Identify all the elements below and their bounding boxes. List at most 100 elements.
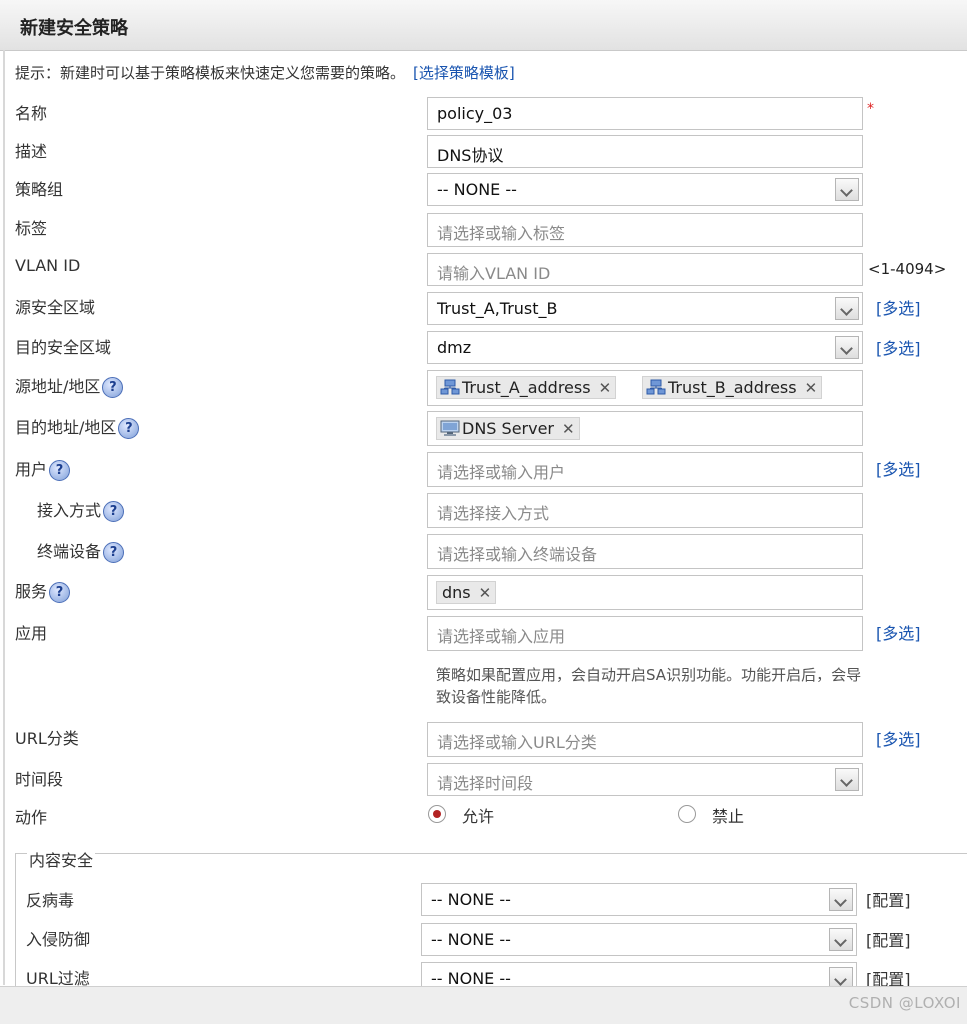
dst-addr-tag-text: DNS Server — [462, 419, 554, 438]
close-icon[interactable]: ✕ — [479, 583, 492, 604]
chevron-down-icon[interactable] — [835, 336, 859, 359]
ips-label: 入侵防御 — [26, 930, 91, 949]
dst-addr-tag: DNS Server ✕ — [436, 417, 580, 440]
src-addr-tag-text: Trust_B_address — [668, 378, 797, 397]
service-tag-text: dns — [442, 583, 471, 602]
chevron-down-icon[interactable] — [835, 297, 859, 320]
tags-input[interactable]: 请选择或输入标签 — [427, 213, 863, 247]
dst-addr-label: 目的地址/地区? — [15, 414, 140, 439]
help-icon[interactable]: ? — [103, 501, 125, 522]
antivirus-select[interactable]: -- NONE -- — [421, 883, 857, 916]
antivirus-config-link[interactable]: [配置] — [866, 887, 911, 911]
network-group-icon — [440, 379, 460, 395]
user-placeholder: 请选择或输入用户 — [437, 463, 566, 482]
application-multi-link[interactable]: [多选] — [876, 620, 921, 644]
monitor-icon — [440, 420, 460, 436]
vlan-id-label: VLAN ID — [15, 256, 81, 275]
url-category-input[interactable]: 请选择或输入URL分类 — [427, 722, 863, 757]
time-range-select[interactable]: 请选择时间段 — [427, 763, 863, 796]
ips-config-link[interactable]: [配置] — [866, 927, 911, 951]
time-range-label: 时间段 — [15, 770, 64, 789]
dst-zone-label: 目的安全区域 — [15, 338, 112, 357]
help-icon[interactable]: ? — [102, 377, 124, 398]
dialog-header: 新建安全策略 — [0, 0, 967, 51]
ips-select[interactable]: -- NONE -- — [421, 923, 857, 956]
action-deny-label[interactable]: 禁止 — [712, 803, 744, 827]
terminal-label: 终端设备? — [37, 538, 125, 563]
required-mark: * — [867, 101, 874, 117]
application-placeholder: 请选择或输入应用 — [437, 627, 566, 646]
dst-addr-input[interactable]: DNS Server ✕ — [427, 411, 863, 446]
access-label-text: 接入方式 — [37, 501, 102, 520]
chevron-down-icon[interactable] — [829, 888, 853, 911]
access-placeholder: 请选择接入方式 — [437, 504, 550, 523]
help-icon[interactable]: ? — [49, 460, 71, 481]
action-deny-radio[interactable] — [678, 805, 696, 823]
application-note: 策略如果配置应用，会自动开启SA识别功能。功能开启后，会导致设备性能降低。 — [436, 666, 862, 706]
hint-text: 提示：新建时可以基于策略模板来快速定义您需要的策略。 — [15, 64, 406, 82]
dst-zone-select[interactable]: dmz — [427, 331, 863, 364]
src-zone-select[interactable]: Trust_A,Trust_B — [427, 292, 863, 325]
policy-group-select[interactable]: -- NONE -- — [427, 173, 863, 206]
dst-zone-multi-link[interactable]: [多选] — [876, 335, 921, 359]
url-category-label: URL分类 — [15, 729, 79, 748]
action-allow-label[interactable]: 允许 — [462, 803, 494, 827]
src-addr-tag-text: Trust_A_address — [462, 378, 591, 397]
terminal-placeholder: 请选择或输入终端设备 — [437, 545, 598, 564]
antivirus-value: -- NONE -- — [431, 890, 511, 909]
vlan-range-hint: <1-4094> — [868, 260, 947, 278]
user-input[interactable]: 请选择或输入用户 — [427, 452, 863, 487]
vlan-id-placeholder: 请输入VLAN ID — [437, 264, 551, 283]
ips-value: -- NONE -- — [431, 930, 511, 949]
name-value: policy_03 — [437, 104, 513, 123]
chevron-down-icon[interactable] — [829, 928, 853, 951]
close-icon[interactable]: ✕ — [599, 378, 612, 399]
hint-line: 提示：新建时可以基于策略模板来快速定义您需要的策略。 [选择策略模板] — [15, 62, 515, 83]
chevron-down-icon[interactable] — [835, 178, 859, 201]
bottom-bar — [0, 986, 967, 1024]
antivirus-label: 反病毒 — [26, 891, 75, 910]
chevron-down-icon[interactable] — [835, 768, 859, 791]
access-input[interactable]: 请选择接入方式 — [427, 493, 863, 528]
user-label-text: 用户 — [15, 460, 48, 479]
action-allow-radio[interactable] — [428, 805, 446, 823]
tags-placeholder: 请选择或输入标签 — [437, 224, 566, 243]
help-icon[interactable]: ? — [103, 542, 125, 563]
help-icon[interactable]: ? — [49, 582, 71, 603]
terminal-input[interactable]: 请选择或输入终端设备 — [427, 534, 863, 569]
src-zone-label: 源安全区域 — [15, 298, 96, 317]
time-range-placeholder: 请选择时间段 — [437, 774, 534, 793]
user-multi-link[interactable]: [多选] — [876, 456, 921, 480]
application-input[interactable]: 请选择或输入应用 — [427, 616, 863, 651]
user-label: 用户? — [15, 456, 71, 481]
access-label: 接入方式? — [37, 497, 125, 522]
url-category-placeholder: 请选择或输入URL分类 — [437, 733, 597, 752]
src-zone-value: Trust_A,Trust_B — [437, 299, 558, 318]
src-addr-tag: Trust_B_address ✕ — [642, 376, 823, 399]
src-zone-multi-link[interactable]: [多选] — [876, 295, 921, 319]
network-group-icon — [646, 379, 666, 395]
help-icon[interactable]: ? — [118, 418, 140, 439]
frame-border — [3, 50, 5, 985]
url-category-multi-link[interactable]: [多选] — [876, 726, 921, 750]
action-label: 动作 — [15, 808, 48, 827]
policy-group-label: 策略组 — [15, 180, 64, 199]
close-icon[interactable]: ✕ — [562, 419, 575, 440]
dialog-title: 新建安全策略 — [20, 18, 128, 39]
select-template-link[interactable]: [选择策略模板] — [413, 64, 515, 82]
policy-group-value: -- NONE -- — [437, 180, 517, 199]
service-tag: dns ✕ — [436, 581, 497, 604]
src-addr-input[interactable]: Trust_A_address ✕ Trust_B_address ✕ — [427, 370, 863, 406]
close-icon[interactable]: ✕ — [805, 378, 818, 399]
application-label: 应用 — [15, 624, 48, 643]
src-addr-label: 源地址/地区? — [15, 373, 124, 398]
description-value: DNS协议 — [437, 146, 504, 165]
name-input[interactable]: policy_03 — [427, 97, 863, 130]
service-label-text: 服务 — [15, 582, 48, 601]
service-input[interactable]: dns ✕ — [427, 575, 863, 610]
vlan-id-input[interactable]: 请输入VLAN ID — [427, 253, 863, 286]
description-input[interactable]: DNS协议 — [427, 135, 863, 168]
watermark: CSDN @LOXOI — [848, 994, 961, 1012]
terminal-label-text: 终端设备 — [37, 542, 102, 561]
dst-addr-label-text: 目的地址/地区 — [15, 418, 117, 437]
